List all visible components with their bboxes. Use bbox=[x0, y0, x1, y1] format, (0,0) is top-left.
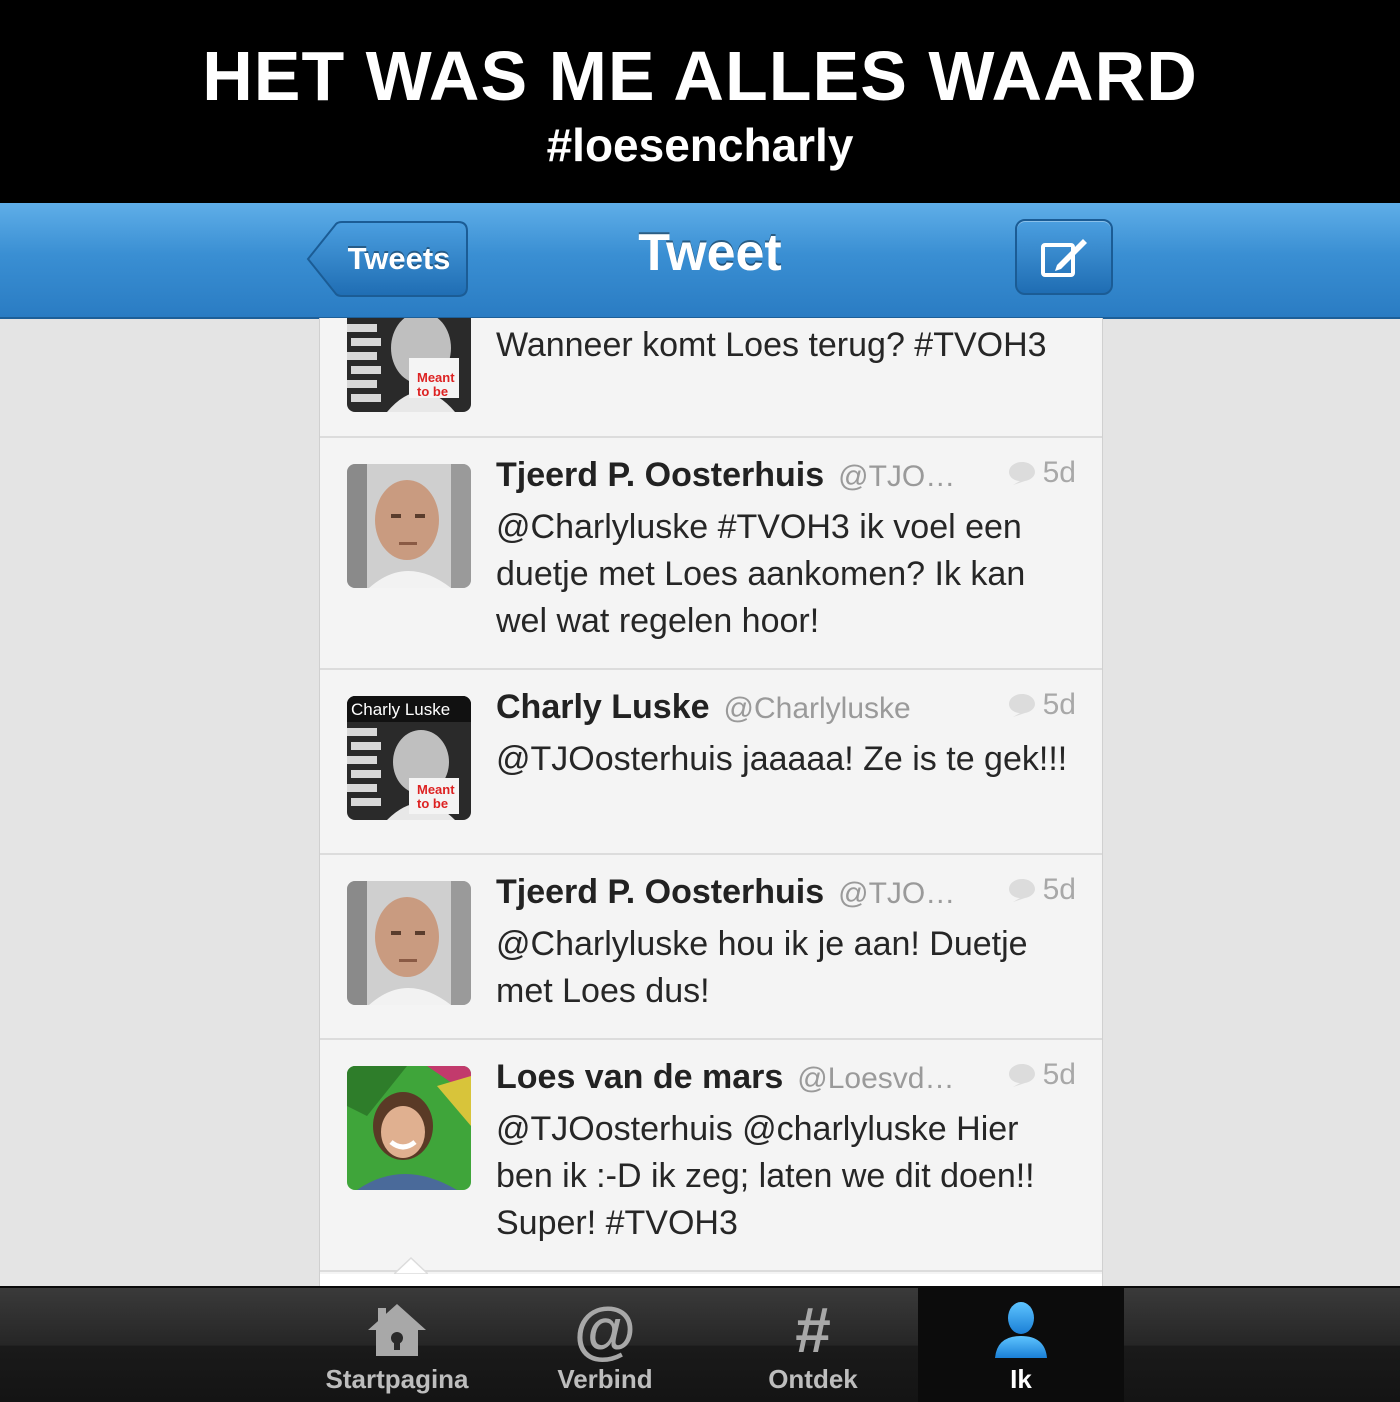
tweet-text: @Charlyluske hou ik je aan! Duetje met L… bbox=[496, 925, 1028, 1010]
avatar-caption-1: Meant bbox=[417, 782, 455, 797]
detail-panel-edge bbox=[320, 1274, 1102, 1286]
compose-icon bbox=[1041, 239, 1087, 277]
tweet-header: Tjeerd P. Oosterhuis @TJO… 5d bbox=[496, 873, 1076, 921]
tab-ik[interactable]: Ik bbox=[918, 1288, 1124, 1402]
tweet-item[interactable]: Tjeerd P. Oosterhuis @TJO… 5d @Charlylus… bbox=[320, 438, 1102, 670]
loes-avatar-image bbox=[347, 1066, 471, 1190]
tweet-header: Tjeerd P. Oosterhuis @TJO… 5d bbox=[496, 456, 1076, 504]
promo-banner: HET WAS ME ALLES WAARD #loesencharly bbox=[0, 0, 1400, 203]
tweet-item[interactable]: Charly Luske Meant to be Charly Luske @C… bbox=[320, 670, 1102, 855]
tweet-item[interactable]: Meant to be Wanneer komt Loes terug? #TV… bbox=[320, 318, 1102, 438]
tweet-text: @TJOosterhuis jaaaaa! Ze is te gek!!! bbox=[496, 740, 1068, 778]
author-handle[interactable]: @Charlyluske bbox=[724, 692, 1007, 726]
avatar-caption-2: to be bbox=[417, 796, 448, 811]
avatar[interactable] bbox=[347, 881, 471, 1005]
avatar[interactable]: Meant to be bbox=[347, 318, 471, 412]
person-icon bbox=[995, 1302, 1047, 1358]
tweet-body: Loes van de mars @Loesvd… 5d @TJOosterhu… bbox=[496, 1058, 1076, 1247]
banner-title: HET WAS ME ALLES WAARD bbox=[202, 37, 1198, 115]
nav-title: Tweet bbox=[638, 224, 782, 282]
home-icon bbox=[368, 1304, 426, 1356]
author-handle[interactable]: @TJO… bbox=[838, 877, 1006, 911]
avatar-name-caption: Charly Luske bbox=[351, 700, 450, 719]
tab-startpagina[interactable]: Startpagina bbox=[294, 1288, 500, 1402]
tweet-time-label: 5d bbox=[1042, 1058, 1076, 1091]
reply-bubble-icon bbox=[1008, 879, 1035, 902]
reply-bubble-icon bbox=[1008, 694, 1035, 717]
avatar-caption-1: Meant bbox=[417, 370, 455, 385]
tweet-timestamp: 5d bbox=[1007, 1058, 1076, 1092]
tweet-time-label: 5d bbox=[1042, 688, 1076, 721]
author-name[interactable]: Charly Luske bbox=[496, 688, 710, 727]
at-icon: @ bbox=[573, 1294, 637, 1366]
tweet-body: Wanneer komt Loes terug? #TVOH3 bbox=[496, 322, 1076, 369]
tweet-time-label: 5d bbox=[1042, 456, 1076, 489]
tab-bar: Startpagina @ Verbind # Ontdek Ik bbox=[0, 1286, 1400, 1402]
tweet-list[interactable]: Meant to be Wanneer komt Loes terug? #TV… bbox=[319, 318, 1103, 1286]
tweet-body: Tjeerd P. Oosterhuis @TJO… 5d @Charlylus… bbox=[496, 873, 1076, 1015]
charly-avatar-image: Meant to be bbox=[347, 318, 471, 412]
tab-label: Startpagina bbox=[325, 1364, 469, 1394]
reply-bubble-icon bbox=[1008, 1064, 1035, 1087]
tweet-timestamp: 5d bbox=[1007, 456, 1076, 490]
tweet-text: @Charlyluske #TVOH3 ik voel een duetje m… bbox=[496, 508, 1026, 640]
back-button[interactable]: Tweets bbox=[306, 221, 468, 297]
tweet-body: Tjeerd P. Oosterhuis @TJO… 5d @Charlylus… bbox=[496, 456, 1076, 645]
tweet-timestamp: 5d bbox=[1007, 688, 1076, 722]
compose-button[interactable] bbox=[1015, 219, 1113, 295]
tweet-text: @TJOosterhuis @charlyluske Hier ben ik :… bbox=[496, 1110, 1035, 1242]
tweet-body: Charly Luske @Charlyluske 5d @TJOosterhu… bbox=[496, 688, 1076, 783]
tab-verbind[interactable]: @ Verbind bbox=[502, 1288, 708, 1402]
tweet-header: Loes van de mars @Loesvd… 5d bbox=[496, 1058, 1076, 1106]
tab-label: Ik bbox=[1010, 1364, 1032, 1394]
tjeerd-avatar-image bbox=[347, 464, 471, 588]
tweet-item[interactable]: Tjeerd P. Oosterhuis @TJO… 5d @Charlylus… bbox=[320, 855, 1102, 1040]
tab-label: Verbind bbox=[557, 1364, 653, 1394]
tab-ontdek[interactable]: # Ontdek bbox=[710, 1288, 916, 1402]
hash-icon: # bbox=[795, 1294, 831, 1366]
back-button-label: Tweets bbox=[347, 241, 451, 276]
author-handle[interactable]: @TJO… bbox=[838, 460, 1006, 494]
author-handle[interactable]: @Loesvd… bbox=[797, 1062, 1006, 1096]
tab-label: Ontdek bbox=[768, 1364, 858, 1394]
author-name[interactable]: Tjeerd P. Oosterhuis bbox=[496, 873, 824, 912]
tjeerd-avatar-image bbox=[347, 881, 471, 1005]
reply-bubble-icon bbox=[1008, 462, 1035, 485]
tweet-item[interactable]: Loes van de mars @Loesvd… 5d @TJOosterhu… bbox=[320, 1040, 1102, 1272]
banner-hashtag: #loesencharly bbox=[546, 119, 854, 171]
author-name[interactable]: Loes van de mars bbox=[496, 1058, 783, 1097]
tweet-text: Wanneer komt Loes terug? #TVOH3 bbox=[496, 326, 1047, 364]
avatar[interactable] bbox=[347, 464, 471, 588]
charly-avatar-image: Charly Luske Meant to be bbox=[347, 696, 471, 820]
tweet-timestamp: 5d bbox=[1007, 873, 1076, 907]
avatar[interactable]: Charly Luske Meant to be bbox=[347, 696, 471, 820]
author-name[interactable]: Tjeerd P. Oosterhuis bbox=[496, 456, 824, 495]
avatar-caption-2: to be bbox=[417, 384, 448, 399]
selection-notch-icon bbox=[394, 1256, 428, 1274]
tweet-time-label: 5d bbox=[1042, 873, 1076, 906]
tweet-header: Charly Luske @Charlyluske 5d bbox=[496, 688, 1076, 736]
navigation-bar: Tweets Tweet bbox=[0, 203, 1400, 319]
avatar[interactable] bbox=[347, 1066, 471, 1190]
